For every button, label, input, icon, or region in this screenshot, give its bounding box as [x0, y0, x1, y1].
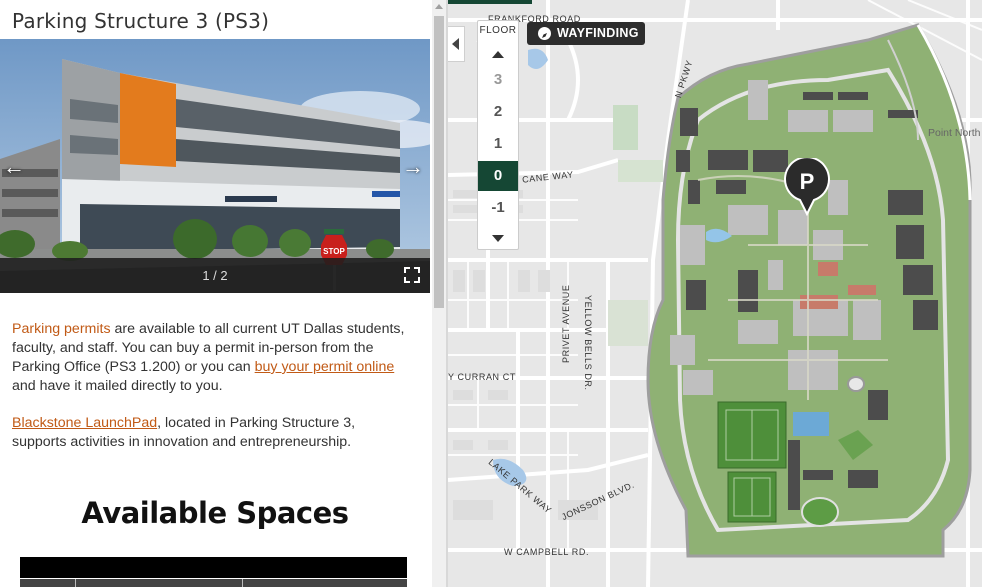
gallery-prev-button[interactable]: ←: [1, 154, 27, 180]
gallery-next-button[interactable]: →: [400, 154, 426, 180]
scroll-up-arrow-icon[interactable]: [435, 4, 443, 9]
floor-selector-title: FLOOR: [479, 25, 517, 36]
gallery-caption-bar: 1 / 2: [0, 258, 430, 293]
map-top-accent: [448, 0, 532, 4]
description: Parking permits are available to all cur…: [12, 320, 412, 470]
street-label-campbell: W CAMPBELL RD.: [504, 547, 590, 557]
floor-down-arrow-icon[interactable]: [492, 235, 504, 242]
collapse-panel-button[interactable]: [448, 26, 465, 62]
floor-button-3[interactable]: 3: [478, 65, 518, 95]
floor-button-1[interactable]: 1: [478, 129, 518, 159]
marker-letter: P: [800, 169, 815, 194]
floor-button-0[interactable]: 0: [478, 161, 518, 191]
wayfinding-button[interactable]: WAYFINDING: [527, 22, 645, 45]
permits-text-2: and have it mailed directly to you.: [12, 378, 223, 394]
floor-selector: FLOOR 3 2 1 0 -1: [477, 20, 519, 250]
street-label-curran: Y CURRAN CT: [448, 372, 516, 382]
chevron-left-icon: [452, 38, 459, 50]
available-spaces-table-header: [20, 557, 407, 578]
building-photo: STOP: [0, 39, 430, 293]
floor-button-minus-1[interactable]: -1: [478, 193, 518, 223]
panel-title: Parking Structure 3 (PS3): [12, 9, 270, 33]
buy-permit-online-link[interactable]: buy your permit online: [255, 359, 395, 375]
floor-button-2[interactable]: 2: [478, 97, 518, 127]
parking-location-marker[interactable]: P: [784, 156, 830, 217]
permits-paragraph: Parking permits are available to all cur…: [12, 320, 412, 396]
blackstone-launchpad-link[interactable]: Blackstone LaunchPad: [12, 415, 157, 431]
floor-up-arrow-icon[interactable]: [492, 51, 504, 58]
scrollbar-thumb[interactable]: [434, 16, 444, 308]
fullscreen-icon: [404, 267, 420, 283]
compass-icon: [538, 27, 551, 40]
arrow-right-icon: →: [402, 154, 424, 179]
launchpad-paragraph: Blackstone LaunchPad, located in Parking…: [12, 414, 412, 452]
column-divider: [75, 579, 76, 587]
fullscreen-button[interactable]: [404, 267, 420, 283]
street-label-privet: PRIVET AVENUE: [561, 284, 571, 364]
available-spaces-heading: Available Spaces: [81, 496, 349, 530]
arrow-left-icon: ←: [3, 154, 25, 179]
panel-scrollbar[interactable]: [432, 0, 446, 587]
photo-gallery[interactable]: STOP ← → 1 / 2: [0, 39, 430, 293]
location-detail-panel: Parking Structure 3 (PS3) STOP ← → 1 / 2…: [0, 0, 432, 587]
available-spaces-column-row: [20, 579, 407, 587]
map-pin-icon: P: [784, 156, 830, 217]
poi-label-point-north[interactable]: Point North: [928, 127, 981, 139]
gallery-counter: 1 / 2: [202, 268, 228, 283]
column-divider: [242, 579, 243, 587]
street-label-yellow-bells: YELLOW BELLS DR.: [583, 295, 593, 391]
stop-sign-text: STOP: [323, 247, 345, 256]
wayfinding-label: WAYFINDING: [557, 26, 639, 40]
parking-permits-link[interactable]: Parking permits: [12, 321, 111, 337]
campus-map[interactable]: FRANKFORD ROAD N PKWY CANE WAY PRIVET AV…: [448, 0, 982, 587]
